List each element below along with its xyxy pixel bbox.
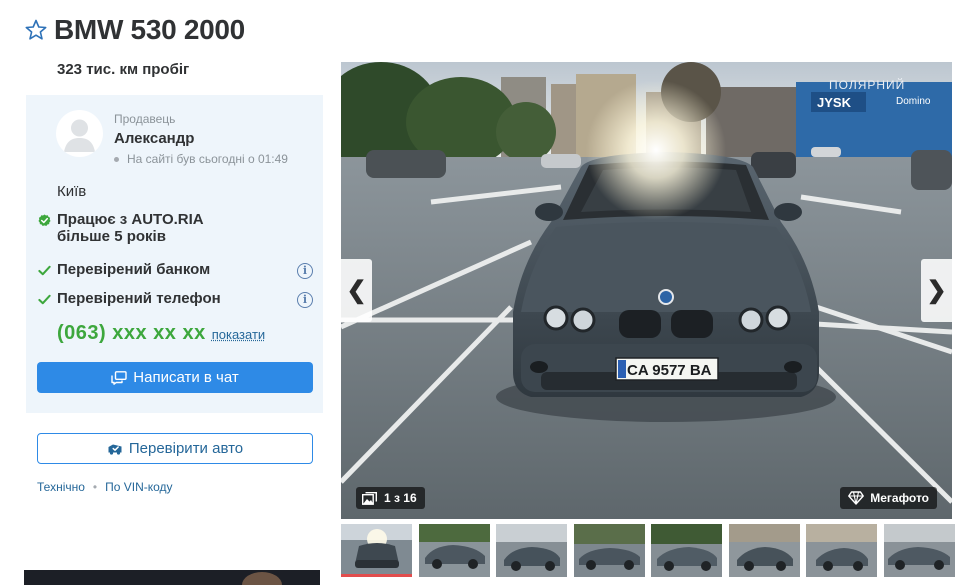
info-circle-icon[interactable]: i: [297, 263, 313, 279]
chat-button[interactable]: Написати в чат: [37, 362, 313, 393]
chat-button-label: Написати в чат: [133, 369, 239, 386]
domino-sign: Domino: [896, 96, 931, 107]
mileage-text: 323 тис. км пробіг: [57, 61, 190, 78]
online-status-dot: [114, 156, 119, 162]
next-photo-button[interactable]: ❯: [921, 259, 952, 322]
thumbnail-1[interactable]: [341, 524, 412, 577]
license-plate: CA 9577 BA: [627, 362, 712, 379]
prev-photo-button[interactable]: ❮: [341, 259, 372, 322]
photo-counter: 1 з 16: [356, 487, 425, 509]
avatar: [56, 110, 103, 157]
page-title: BMW 530 2000: [54, 14, 245, 45]
badge-auto-line1: Працює з AUTO.RIA: [57, 211, 204, 228]
car-check-icon: [108, 444, 122, 455]
seller-last-seen: На сайті був сьогодні о 01:49: [114, 152, 288, 166]
thumbnail-2[interactable]: [418, 524, 490, 577]
check-icon: [38, 265, 51, 276]
mall-sign: ПОЛЯРНИЙ: [829, 77, 905, 92]
thumbnail-strip: [341, 524, 960, 579]
check-icon: [38, 294, 51, 305]
verified-phone-label: Перевірений телефон: [57, 290, 221, 307]
jysk-sign: JYSK: [817, 95, 852, 110]
thumbnail-7[interactable]: [806, 524, 877, 577]
promo-portrait: [242, 572, 282, 585]
photo-gallery[interactable]: JYSK Domino ПОЛЯРНИЙ CA 9577 BA ❮ ❯ 1 з …: [341, 62, 952, 519]
thumbnail-5[interactable]: [651, 524, 722, 577]
badge-auto-text: Працює з AUTO.RIA більше 5 років: [57, 211, 204, 245]
main-car-photo: JYSK Domino ПОЛЯРНИЙ CA 9577 BA: [341, 62, 952, 519]
badge-auto-line2: більше 5 років: [57, 228, 166, 245]
diamond-icon: [848, 491, 865, 505]
tech-links: Технічно • По VIN-коду: [37, 480, 173, 494]
chat-icon: [111, 370, 127, 385]
vin-link[interactable]: По VIN-коду: [105, 480, 172, 494]
verified-phone-row: Перевірений телефон i: [38, 290, 313, 308]
show-phone-link[interactable]: показати: [212, 327, 265, 342]
last-seen-text: На сайті був сьогодні о 01:49: [127, 152, 288, 166]
verified-bank-label: Перевірений банком: [57, 261, 211, 278]
promo-banner[interactable]: [24, 570, 320, 585]
thumbnail-4[interactable]: [573, 524, 645, 577]
seller-city: Київ: [57, 183, 87, 200]
title-row: BMW 530 2000: [24, 14, 245, 46]
photo-counter-text: 1 з 16: [384, 491, 417, 505]
verified-bank-row: Перевірений банком i: [38, 261, 313, 279]
thumbnail-8[interactable]: [883, 524, 955, 577]
thumbnail-3[interactable]: [496, 524, 567, 577]
mega-photo-label: Мегафото: [870, 491, 929, 505]
check-car-button[interactable]: Перевірити авто: [37, 433, 313, 464]
seller-name: Александр: [114, 130, 195, 147]
star-outline-icon[interactable]: [24, 18, 48, 42]
verified-badge-icon: [38, 214, 51, 226]
thumbnail-6[interactable]: [728, 524, 800, 577]
seller-role-label: Продавець: [114, 112, 176, 126]
technical-link[interactable]: Технічно: [37, 480, 85, 494]
check-car-label: Перевірити авто: [128, 440, 244, 457]
info-circle-icon[interactable]: i: [297, 292, 313, 308]
separator-dot: •: [92, 480, 98, 494]
mega-photo-button[interactable]: Мегафото: [840, 487, 937, 509]
phone-number[interactable]: (063) xxx xx xx: [57, 322, 206, 345]
badge-auto-ria: Працює з AUTO.RIA більше 5 років: [38, 211, 204, 245]
user-silhouette-icon: [64, 119, 95, 152]
phone-row: (063) xxx xx xx показати: [57, 322, 265, 345]
photos-icon: [362, 491, 377, 505]
seller-card: Продавець Александр На сайті був сьогодн…: [26, 95, 323, 413]
